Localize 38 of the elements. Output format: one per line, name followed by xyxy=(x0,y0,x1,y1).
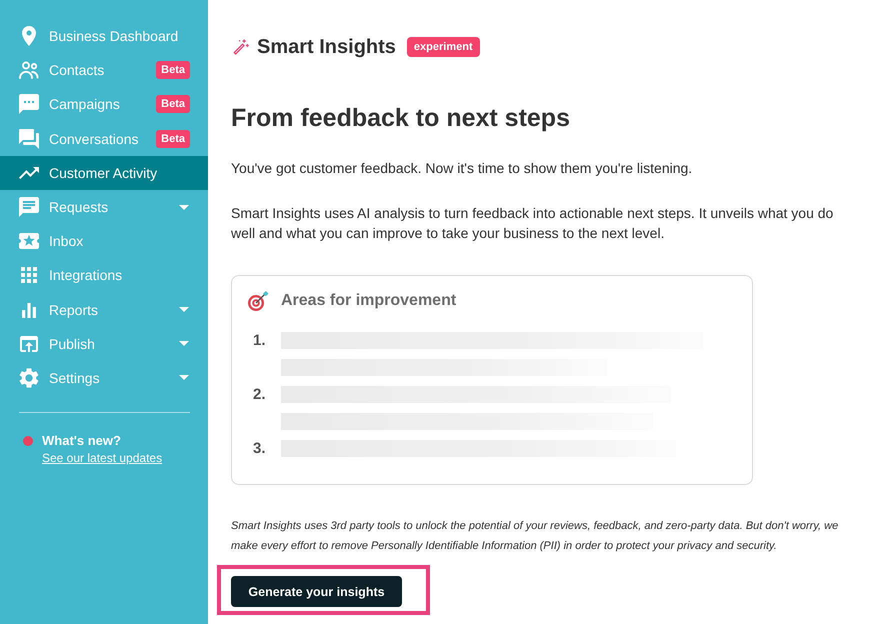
sidebar-item[interactable]: Reports xyxy=(0,292,208,327)
sidebar-item[interactable]: Business Dashboard xyxy=(0,19,208,54)
list-number: 3. xyxy=(252,440,267,457)
sidebar-item[interactable]: Inbox xyxy=(0,224,208,258)
updates-link[interactable]: See our latest updates xyxy=(42,449,162,468)
card-title: Areas for improvement xyxy=(281,292,456,310)
map-pin-icon xyxy=(19,26,39,46)
sidebar-item[interactable]: Integrations xyxy=(0,258,208,292)
sidebar-item[interactable]: Requests xyxy=(0,190,208,224)
upload-window-icon xyxy=(19,334,39,354)
magic-wand-icon xyxy=(233,39,249,55)
dart-target-icon xyxy=(247,290,269,312)
sidebar-item[interactable]: Settings xyxy=(0,360,208,396)
status-badge: Beta xyxy=(156,61,190,80)
ticket-star-icon xyxy=(19,231,39,252)
list-number: 2. xyxy=(252,386,267,405)
message-icon xyxy=(19,197,39,218)
generate-button[interactable]: Generate your insights xyxy=(231,576,402,607)
gear-icon xyxy=(19,368,39,388)
sidebar-item[interactable]: Customer Activity xyxy=(0,156,208,190)
status-badge: experiment xyxy=(406,37,480,57)
sidebar-item[interactable]: Conversations Beta xyxy=(0,122,208,156)
main-heading: From feedback to next steps xyxy=(231,103,571,134)
status-badge: Beta xyxy=(156,130,190,148)
whats-new-title: What's new? xyxy=(42,433,121,450)
intro-text: You've got customer feedback. Now it's time to show them you're listening. xyxy=(231,159,694,178)
status-badge: Beta xyxy=(156,95,190,114)
sidebar-item[interactable]: Publish xyxy=(0,326,208,361)
sidebar-item[interactable]: Campaigns Beta xyxy=(0,87,208,122)
chat-bubble-icon xyxy=(19,94,39,114)
page-title: Smart Insights xyxy=(257,36,396,58)
sidebar-item[interactable]: Contacts Beta xyxy=(0,53,208,88)
people-icon xyxy=(19,60,39,80)
disclaimer-text: Smart Insights uses 3rd party tools to unlock the potential of your reviews, feedback, and zero-party data. But don't worry, we make every effort to remove Personally Identifiable Information (PII) in order to protect your privacy and security. xyxy=(231,519,840,554)
chat-bubbles-icon xyxy=(19,128,39,149)
description-text: Smart Insights uses AI analysis to turn feedback into actionable next steps. It unveils what you do well and what you can improve to take your business to the next level. xyxy=(231,204,834,243)
list-number: 1. xyxy=(252,332,267,351)
grid-icon xyxy=(19,265,39,286)
